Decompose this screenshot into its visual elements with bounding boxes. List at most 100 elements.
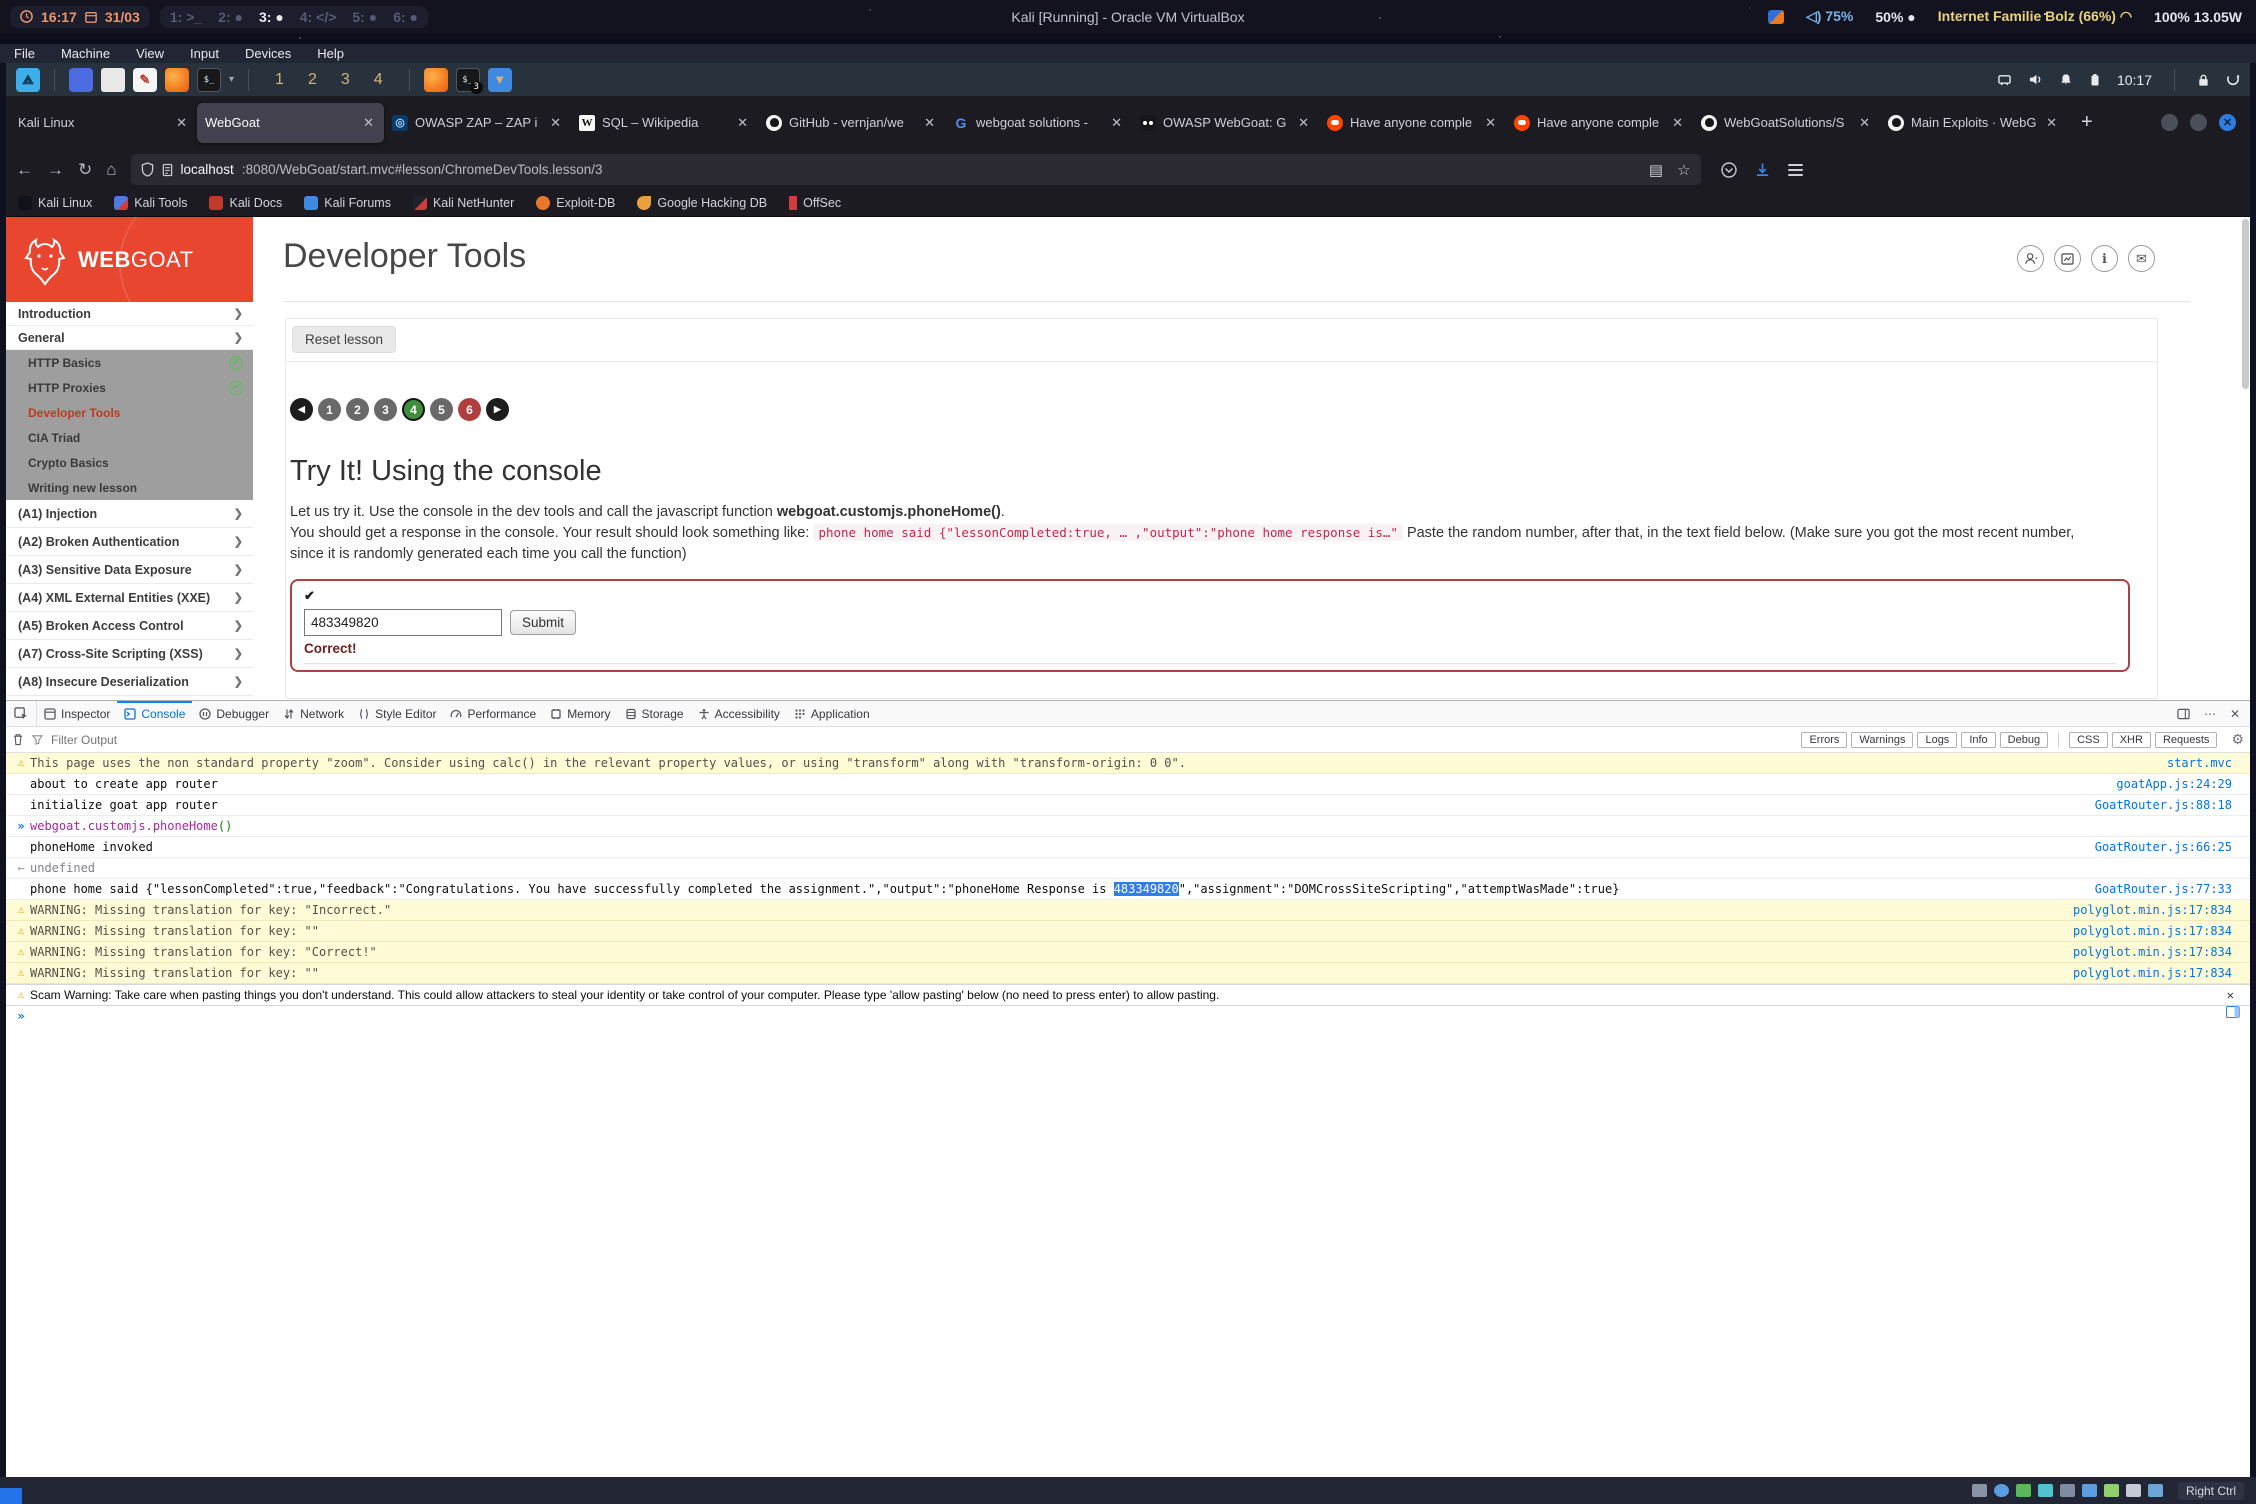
tab-console-active[interactable]: Console [117,701,192,726]
sidebar-item-a7-xss[interactable]: (A7) Cross-Site Scripting (XSS)❯ [6,640,253,668]
tab-close-icon[interactable]: ✕ [361,115,376,131]
info-button[interactable]: ℹ [2091,245,2118,272]
sidebar-item-a5-broken-access-control[interactable]: (A5) Broken Access Control❯ [6,612,253,640]
filter-logs-button[interactable]: Logs [1917,732,1957,748]
dismiss-scam-warning-icon[interactable]: ✕ [2213,985,2248,1005]
workspace-switcher[interactable]: 1: >_ 2: ● 3: ● 4: </> 5: ● 6: ● [160,6,428,28]
page-button-3[interactable]: 3 [374,398,397,421]
pocket-icon[interactable] [1721,162,1737,178]
prev-page-button[interactable]: ◀ [290,398,313,421]
source-link[interactable]: polyglot.min.js:17:834 [2061,921,2248,941]
bookmark-kali-nethunter[interactable]: Kali NetHunter [413,196,514,210]
menu-machine[interactable]: Machine [61,46,110,61]
bookmark-exploit-db[interactable]: Exploit-DB [536,196,615,210]
split-console-icon[interactable] [2177,708,2190,720]
page-button-2[interactable]: 2 [346,398,369,421]
logout-icon[interactable] [2226,73,2240,87]
source-link[interactable]: GoatRouter.js:88:18 [2083,795,2248,815]
tab-inspector[interactable]: Inspector [37,701,117,726]
sidebar-item-a2-broken-authentication[interactable]: (A2) Broken Authentication❯ [6,528,253,556]
chevron-down-icon[interactable]: ▾ [229,74,234,85]
tab-close-icon[interactable]: ✕ [922,115,937,131]
sidebar-item-writing-new-lesson[interactable]: Writing new lesson [6,475,253,500]
maximize-button[interactable] [2190,114,2207,131]
tab-memory[interactable]: Memory [543,701,617,726]
url-bar[interactable]: localhost:8080/WebGoat/start.mvc#lesson/… [131,154,1701,185]
workspace-4[interactable]: 4: </> [300,9,337,25]
filter-warnings-button[interactable]: Warnings [1851,732,1913,748]
downloads-icon[interactable] [1755,162,1770,178]
tab-style-editor[interactable]: Style Editor [351,701,443,726]
devtools-close-icon[interactable]: ✕ [2230,707,2240,721]
tab-webgoat-solutions-search[interactable]: G webgoat solutions -✕ [945,103,1132,143]
tab-application[interactable]: Application [787,701,877,726]
tab-performance[interactable]: Performance [443,701,543,726]
tab-reddit-2[interactable]: Have anyone comple✕ [1506,103,1693,143]
tab-accessibility[interactable]: Accessibility [691,701,787,726]
firefox-running-icon[interactable] [424,68,448,92]
tracking-shield-icon[interactable] [141,162,154,177]
sidebar-item-a8-insecure-deserialization[interactable]: (A8) Insecure Deserialization❯ [6,668,253,696]
reader-mode-icon[interactable]: ▤ [1649,161,1663,179]
volume-tray-icon[interactable] [2028,73,2043,86]
tab-github-vernjan[interactable]: GitHub - vernjan/we✕ [758,103,945,143]
editor-mode-icon[interactable] [2226,1006,2248,1018]
tab-close-icon[interactable]: ✕ [1483,115,1498,131]
clear-console-icon[interactable] [12,733,24,746]
workspace-6[interactable]: 6: ● [393,9,418,25]
forward-button[interactable]: → [47,160,64,180]
submit-button[interactable]: Submit [510,610,576,635]
source-link[interactable]: GoatRouter.js:66:25 [2083,837,2248,857]
tab-owasp-zap[interactable]: ◎ OWASP ZAP – ZAP i✕ [384,103,571,143]
filter-output-input[interactable] [51,733,291,747]
guest-workspace-4[interactable]: 4 [374,71,383,89]
menu-input[interactable]: Input [190,46,219,61]
sidebar-item-crypto-basics[interactable]: Crypto Basics [6,450,253,475]
minimize-button[interactable] [2161,114,2178,131]
kali-menu-button[interactable]: ⟁ [16,68,40,92]
filter-debug-button[interactable]: Debug [2000,732,2048,748]
filter-requests-button[interactable]: Requests [2155,732,2217,748]
sidebar-item-introduction[interactable]: Introduction❯ [6,302,253,326]
reload-button[interactable]: ↻ [78,160,92,180]
bookmark-kali-linux[interactable]: Kali Linux [18,196,92,210]
battery-icon[interactable] [2089,73,2101,87]
filter-xhr-button[interactable]: XHR [2112,732,2151,748]
console-settings-gear-icon[interactable]: ⚙ [2231,731,2244,748]
firefox-launcher-icon[interactable] [165,68,189,92]
new-tab-button[interactable]: + [2067,111,2107,134]
workspace-5[interactable]: 5: ● [352,9,377,25]
tab-kali-linux[interactable]: Kali Linux✕ [10,103,197,143]
downloads-folder-icon[interactable]: ▼ [488,68,512,92]
pick-element-icon[interactable] [6,701,37,726]
guest-workspace-1[interactable]: 1 [275,71,284,89]
site-info-lock-icon[interactable] [162,163,173,177]
terminal-running-icon[interactable]: $_ [456,68,480,92]
menu-hamburger-icon[interactable] [1788,164,1803,176]
tab-close-icon[interactable]: ✕ [2044,115,2059,131]
source-link[interactable]: GoatRouter.js:77:33 [2083,879,2248,899]
tab-network[interactable]: Network [276,701,351,726]
user-menu-button[interactable] [2017,245,2044,272]
workspace-3-active[interactable]: 3: ● [259,9,284,25]
close-window-button[interactable]: ✕ [2219,114,2236,131]
back-button[interactable]: ← [16,160,33,180]
contact-button[interactable]: ✉ [2128,245,2155,272]
menu-help[interactable]: Help [317,46,344,61]
text-editor-icon[interactable]: ✎ [133,68,157,92]
lock-screen-icon[interactable] [2197,73,2210,87]
menu-file[interactable]: File [14,46,35,61]
tab-close-icon[interactable]: ✕ [174,115,189,131]
bookmark-kali-forums[interactable]: Kali Forums [304,196,391,210]
tab-debugger[interactable]: Debugger [192,701,276,726]
network-tray-icon[interactable] [1997,73,2012,86]
tab-close-icon[interactable]: ✕ [1670,115,1685,131]
guest-workspace-2[interactable]: 2 [308,71,317,89]
source-link[interactable]: polyglot.min.js:17:834 [2061,900,2248,920]
bookmark-kali-tools[interactable]: Kali Tools [114,196,187,210]
tab-reddit-1[interactable]: Have anyone comple✕ [1319,103,1506,143]
tab-storage[interactable]: Storage [618,701,691,726]
source-link[interactable]: goatApp.js:24:29 [2104,774,2248,794]
tab-close-icon[interactable]: ✕ [735,115,750,131]
bookmark-offsec[interactable]: OffSec [789,196,841,210]
